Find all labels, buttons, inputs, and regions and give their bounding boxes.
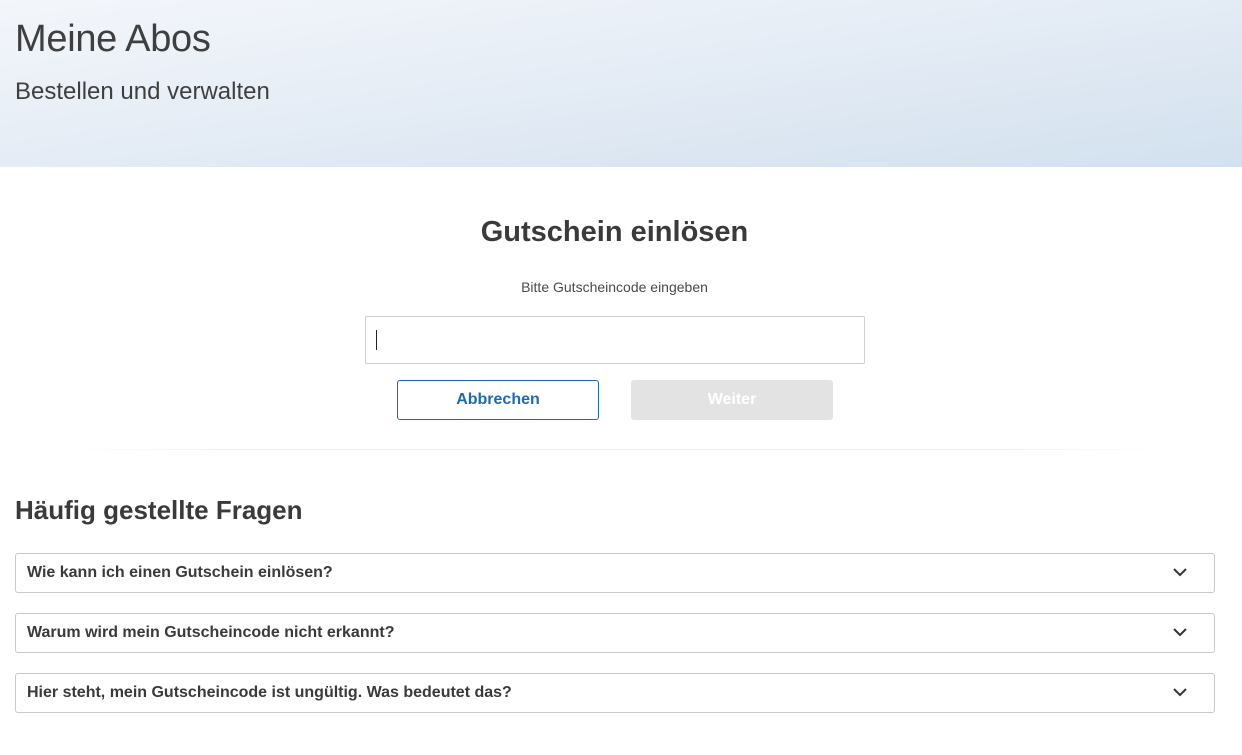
faq-item-code-invalid[interactable]: Hier steht, mein Gutscheincode ist ungül… — [15, 673, 1215, 713]
chevron-down-icon — [1173, 688, 1187, 697]
text-cursor — [376, 330, 377, 350]
faq-question: Wie kann ich einen Gutschein einlösen? — [27, 564, 333, 581]
voucher-code-input[interactable] — [365, 316, 865, 364]
page-title: Meine Abos — [15, 18, 211, 60]
voucher-instruction: Bitte Gutscheincode eingeben — [521, 279, 708, 295]
faq-item-redeem-voucher[interactable]: Wie kann ich einen Gutschein einlösen? — [15, 553, 1215, 593]
voucher-heading: Gutschein einlösen — [480, 216, 749, 248]
page-header-banner: Meine Abos Bestellen und verwalten — [0, 0, 1242, 167]
faq-question: Hier steht, mein Gutscheincode ist ungül… — [27, 684, 512, 701]
faq-question: Warum wird mein Gutscheincode nicht erka… — [27, 624, 395, 641]
faq-item-code-not-recognized[interactable]: Warum wird mein Gutscheincode nicht erka… — [15, 613, 1215, 653]
chevron-down-icon — [1173, 628, 1187, 637]
section-divider — [60, 449, 1170, 450]
chevron-down-icon — [1173, 568, 1187, 577]
page-subtitle: Bestellen und verwalten — [15, 78, 270, 105]
next-button[interactable]: Weiter — [631, 380, 833, 420]
cancel-button[interactable]: Abbrechen — [397, 380, 599, 420]
faq-heading: Häufig gestellte Fragen — [15, 495, 303, 525]
